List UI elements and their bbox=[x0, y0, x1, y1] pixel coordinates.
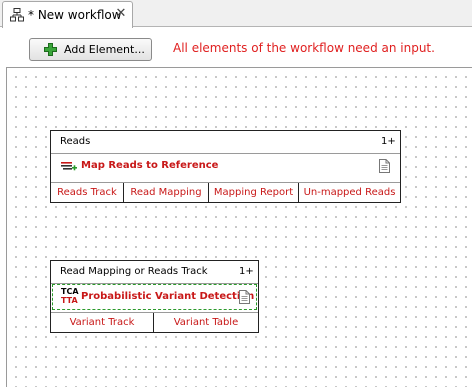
output-mapping-report[interactable]: Mapping Report bbox=[209, 183, 299, 202]
input-header[interactable]: Read Mapping or Reads Track 1+ bbox=[51, 261, 258, 284]
add-element-button[interactable]: Add Element... bbox=[29, 38, 152, 61]
input-label: Reads bbox=[60, 136, 91, 147]
workflow-icon bbox=[10, 8, 24, 22]
output-read-mapping[interactable]: Read Mapping bbox=[124, 183, 209, 202]
output-reads-track[interactable]: Reads Track bbox=[51, 183, 124, 202]
input-count: 1+ bbox=[239, 266, 254, 277]
tab-new-workflow[interactable]: * New workflow ✕ bbox=[2, 1, 133, 28]
input-header[interactable]: Reads 1+ bbox=[51, 131, 400, 154]
plus-icon bbox=[44, 43, 57, 56]
workflow-element-variant-detection[interactable]: Read Mapping or Reads Track 1+ TCA TTA P… bbox=[50, 260, 259, 333]
tool-name: Map Reads to Reference bbox=[81, 160, 219, 171]
icon-text-top: TCA bbox=[61, 287, 79, 296]
output-variant-table[interactable]: Variant Table bbox=[154, 313, 258, 332]
map-reads-icon bbox=[61, 162, 77, 171]
editor-tab-bar: * New workflow ✕ bbox=[0, 0, 472, 28]
tab-title: * New workflow bbox=[28, 8, 122, 22]
icon-text-bottom: TTA bbox=[61, 296, 78, 305]
workflow-warning-message: All elements of the workflow need an inp… bbox=[173, 41, 435, 55]
close-icon[interactable]: ✕ bbox=[115, 7, 127, 21]
input-count: 1+ bbox=[381, 136, 396, 147]
tool-row[interactable]: TCA TTA Probabilistic Variant Detection bbox=[52, 284, 257, 310]
output-ports: Variant Track Variant Table bbox=[51, 312, 258, 332]
workflow-element-map-reads[interactable]: Reads 1+ Map Reads to Reference Reads Tr… bbox=[50, 130, 401, 203]
tool-name: Probabilistic Variant Detection bbox=[81, 291, 255, 302]
output-variant-track[interactable]: Variant Track bbox=[51, 313, 154, 332]
output-ports: Reads Track Read Mapping Mapping Report … bbox=[51, 182, 400, 202]
variant-detection-icon: TCA TTA bbox=[61, 287, 79, 307]
document-icon[interactable] bbox=[239, 290, 250, 304]
tool-row[interactable]: Map Reads to Reference bbox=[51, 154, 400, 179]
workflow-canvas[interactable] bbox=[6, 67, 472, 387]
output-unmapped-reads[interactable]: Un-mapped Reads bbox=[299, 183, 400, 202]
document-icon[interactable] bbox=[379, 159, 390, 173]
input-label: Read Mapping or Reads Track bbox=[60, 266, 208, 277]
add-element-label: Add Element... bbox=[64, 43, 145, 56]
